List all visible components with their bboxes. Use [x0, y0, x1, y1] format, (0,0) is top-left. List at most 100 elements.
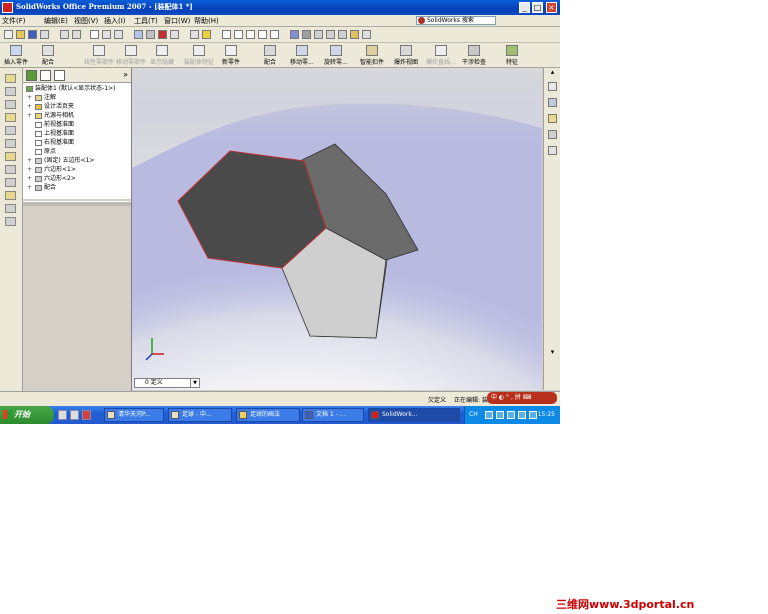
close-button[interactable]: ×	[546, 2, 557, 13]
shadows-icon[interactable]	[350, 30, 359, 39]
standard-views-icon[interactable]	[290, 30, 299, 39]
tool-10-icon[interactable]	[5, 191, 16, 200]
taskbar-item-5[interactable]: SolidWork...	[368, 408, 460, 422]
tree-item-design-binder[interactable]: + 设计活页夹	[27, 103, 74, 111]
save-icon[interactable]	[28, 30, 37, 39]
open-folder-icon[interactable]	[16, 30, 25, 39]
quicklaunch-2-icon[interactable]	[70, 410, 79, 420]
redo-icon[interactable]	[72, 30, 81, 39]
tree-item-hexagon-1[interactable]: + 六边形<1>	[27, 166, 76, 174]
taskbar-item-1[interactable]: 清华天河P...	[104, 408, 164, 422]
command-rotate-part[interactable]: 旋转零...	[324, 45, 348, 66]
configuration-manager-tab-icon[interactable]	[54, 70, 65, 81]
command-interference-check[interactable]: 干涉检查	[462, 45, 486, 66]
tree-item-top-plane[interactable]: 上视基准面	[35, 130, 74, 138]
display-style-icon[interactable]	[146, 30, 155, 39]
tree-item-mates[interactable]: + 配合	[27, 184, 56, 192]
property-manager-tab-icon[interactable]	[40, 70, 51, 81]
view-palette-icon[interactable]	[548, 146, 557, 155]
tree-item-pentagon[interactable]: + (固定) 五边形<1>	[27, 157, 94, 165]
menu-tools[interactable]: 工具(T)	[134, 16, 158, 26]
tool-7-icon[interactable]	[5, 152, 16, 161]
model-viewport[interactable]	[132, 68, 542, 390]
hidden-lines-icon[interactable]	[326, 30, 335, 39]
file-explorer-icon[interactable]	[548, 114, 557, 123]
ime-toolbar[interactable]: 中 ◐ ° , 拼 ⌨	[487, 392, 557, 404]
tool-2-icon[interactable]	[5, 87, 16, 96]
tree-item-annotations[interactable]: + 注解	[27, 94, 56, 102]
tray-network-icon[interactable]	[485, 411, 493, 419]
new-document-icon[interactable]	[4, 30, 13, 39]
minimize-button[interactable]: _	[519, 2, 530, 13]
select-arrow-icon[interactable]	[90, 30, 99, 39]
print-icon[interactable]	[40, 30, 49, 39]
command-move-part[interactable]: 移动零...	[290, 45, 314, 66]
menu-file[interactable]: 文件(F)	[2, 16, 26, 26]
command-linear-pattern[interactable]: 线性零部件	[84, 45, 114, 66]
command-exploded-view[interactable]: 爆炸视图	[394, 45, 418, 66]
command-insert-components[interactable]: 插入零件	[4, 45, 28, 66]
pan-icon[interactable]	[270, 30, 279, 39]
wireframe-icon[interactable]	[314, 30, 323, 39]
smart-dimension-icon[interactable]	[202, 30, 211, 39]
home-icon[interactable]	[548, 82, 557, 91]
menu-edit[interactable]: 编辑(E)	[44, 16, 68, 26]
tool-6-icon[interactable]	[5, 139, 16, 148]
command-show-hidden[interactable]: 显示隐藏	[150, 45, 174, 66]
view-combo[interactable]: 0 定义 ▼	[134, 378, 200, 388]
title-bar[interactable]: SolidWorks Office Premium 2007 - [装配体1 *…	[0, 0, 560, 15]
tree-item-right-plane[interactable]: 右视基准面	[35, 139, 74, 147]
view-orientation-icon[interactable]	[134, 30, 143, 39]
tool-11-icon[interactable]	[5, 204, 16, 213]
tray-app-icon[interactable]	[518, 411, 526, 419]
taskbar-item-4[interactable]: 文档 1 - ...	[302, 408, 364, 422]
tray-security-icon[interactable]	[507, 411, 515, 419]
command-mate-2[interactable]: 配合	[264, 45, 276, 66]
language-indicator[interactable]: CH	[469, 406, 478, 424]
tray-msn-icon[interactable]	[529, 411, 537, 419]
clock[interactable]: 15:25	[538, 406, 555, 424]
tool-1-icon[interactable]	[5, 74, 16, 83]
appearance-icon[interactable]	[158, 30, 167, 39]
tool-12-icon[interactable]	[5, 217, 16, 226]
command-assembly-features[interactable]: 装配体特征	[184, 45, 214, 66]
tool-8-icon[interactable]	[5, 165, 16, 174]
taskbar-item-3[interactable]: 足球的画法	[236, 408, 300, 422]
start-button[interactable]: 开始	[0, 406, 54, 424]
command-new-part[interactable]: 新零件	[222, 45, 240, 66]
tree-item-origin[interactable]: 原点	[35, 148, 56, 156]
command-smart-fasteners[interactable]: 智能扣件	[360, 45, 384, 66]
taskbar-item-2[interactable]: 足球 - 中...	[168, 408, 232, 422]
tree-root-assembly[interactable]: 装配体1 (默认<显示状态-1>)	[26, 85, 115, 93]
sketch-icon[interactable]	[190, 30, 199, 39]
command-features[interactable]: 特征	[506, 45, 518, 66]
command-explode-line[interactable]: 爆炸直线...	[426, 45, 456, 66]
zoom-area-icon[interactable]	[234, 30, 243, 39]
tool-5-icon[interactable]	[5, 126, 16, 135]
zoom-to-fit-icon[interactable]	[222, 30, 231, 39]
tool-9-icon[interactable]	[5, 178, 16, 187]
tool-4-icon[interactable]	[5, 113, 16, 122]
graphics-area[interactable]: 0 定义 ▼	[132, 68, 542, 390]
tree-item-front-plane[interactable]: 前视基准面	[35, 121, 74, 129]
feature-tree-tab-icon[interactable]	[26, 70, 37, 81]
zoom-in-out-icon[interactable]	[246, 30, 255, 39]
menu-window[interactable]: 窗口(W)	[164, 16, 190, 26]
search-pane-icon[interactable]	[548, 130, 557, 139]
show-desktop-icon[interactable]	[58, 410, 67, 420]
maximize-button[interactable]: □	[532, 2, 543, 13]
search-input[interactable]: SolidWorks 搜索	[416, 16, 496, 25]
perspective-icon[interactable]	[338, 30, 347, 39]
solidworks-logo-icon[interactable]	[2, 2, 13, 13]
shaded-icon[interactable]	[302, 30, 311, 39]
help-icon[interactable]	[362, 30, 371, 39]
undo-icon[interactable]	[60, 30, 69, 39]
menu-insert[interactable]: 插入(I)	[104, 16, 126, 26]
command-mate[interactable]: 配合	[42, 45, 54, 66]
rebuild-icon[interactable]	[102, 30, 111, 39]
combo-dropdown-icon[interactable]: ▼	[190, 379, 199, 387]
menu-view[interactable]: 视图(V)	[74, 16, 98, 26]
tray-volume-icon[interactable]	[496, 411, 504, 419]
command-move-component[interactable]: 移动零部件	[116, 45, 146, 66]
menu-help[interactable]: 帮助(H)	[194, 16, 219, 26]
